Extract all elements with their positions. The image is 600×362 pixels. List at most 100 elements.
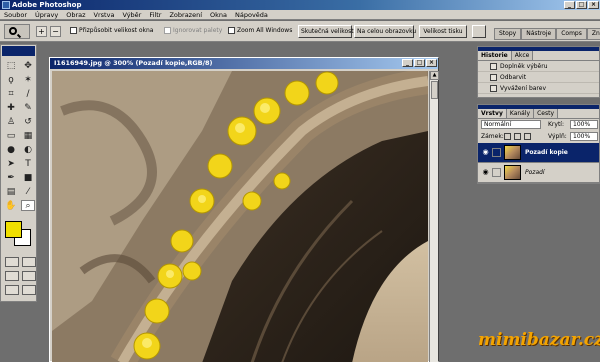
jump-to-imageready-icon[interactable]	[5, 285, 19, 295]
layers-panel-tabs: Vrstvy Kanály Cesty	[478, 109, 599, 119]
tool-grid: ⬚ ✥ ϙ ✶ ⌗ ∕ ✚ ✎ ♙ ↺ ▭ ▦ ● ◐ ➤ T ✒ ■ ▤ ⁄ …	[1, 57, 36, 214]
menu-window[interactable]: Okna	[210, 11, 227, 19]
menu-layer[interactable]: Vrstva	[94, 11, 115, 19]
zoom-tool-icon[interactable]: ⌕	[21, 200, 35, 211]
actual-size-button[interactable]: Skutečná velikost	[298, 25, 354, 38]
history-item[interactable]: Doplněk výběru	[478, 61, 599, 72]
document-vertical-scrollbar[interactable]: ▲	[429, 71, 439, 362]
screen-mode-full-icon[interactable]	[22, 271, 36, 281]
tab-history[interactable]: Historie	[478, 51, 512, 60]
lock-transparency-icon[interactable]	[504, 133, 511, 140]
resize-windows-checkbox[interactable]	[70, 27, 77, 34]
shape-tool-icon[interactable]: ■	[21, 172, 35, 183]
tab-actions[interactable]: Akce	[511, 51, 534, 60]
toolbox-header	[2, 46, 35, 56]
app-title: Adobe Photoshop	[12, 1, 82, 9]
gradient-tool-icon[interactable]: ▦	[21, 130, 35, 141]
resize-windows-option[interactable]: Přizpůsobit velikost okna	[70, 26, 153, 37]
layer-row[interactable]: ◉ Pozadí	[478, 163, 599, 183]
palette-well-tab-paths[interactable]: Stopy	[494, 28, 522, 40]
lock-brush-icon[interactable]	[514, 133, 521, 140]
tab-layers[interactable]: Vrstvy	[478, 109, 507, 118]
document-minimize-button[interactable]: _	[402, 59, 413, 67]
layers-panel: Vrstvy Kanály Cesty Normální Krytí: 100%…	[477, 104, 600, 184]
minimize-button[interactable]: _	[564, 1, 575, 9]
tool-preset-picker[interactable]	[4, 24, 30, 39]
move-tool-icon[interactable]: ✥	[21, 60, 35, 71]
print-size-button[interactable]: Velikost tisku	[419, 25, 467, 38]
menu-file[interactable]: Soubor	[4, 11, 27, 19]
layer-row[interactable]: ◉ Pozadí kopie	[478, 143, 599, 163]
slice-tool-icon[interactable]: ∕	[21, 88, 35, 99]
blur-tool-icon[interactable]: ●	[4, 144, 18, 155]
visibility-eye-icon[interactable]: ◉	[481, 148, 490, 157]
history-brush-tool-icon[interactable]: ↺	[21, 116, 35, 127]
lasso-tool-icon[interactable]: ϙ	[4, 74, 18, 85]
layer-thumbnail	[504, 145, 521, 160]
toolbox-mode-buttons	[5, 257, 36, 295]
zoom-out-button[interactable]: −	[50, 26, 61, 37]
menu-edit[interactable]: Úpravy	[35, 11, 58, 19]
palette-well: Stopy Nástroje Comps Znaky	[494, 28, 600, 40]
history-item[interactable]: Vyvážení barev	[478, 83, 599, 94]
clone-stamp-tool-icon[interactable]: ♙	[4, 116, 18, 127]
brush-tool-icon[interactable]: ✎	[21, 102, 35, 113]
marquee-tool-icon[interactable]: ⬚	[4, 60, 18, 71]
layer-link-icon	[492, 168, 501, 177]
crop-tool-icon[interactable]: ⌗	[4, 88, 18, 99]
zoom-all-windows-checkbox[interactable]	[228, 27, 235, 34]
menu-help[interactable]: Nápověda	[235, 11, 268, 19]
fit-screen-button[interactable]: Na celou obrazovku	[354, 25, 416, 38]
healing-brush-tool-icon[interactable]: ✚	[4, 102, 18, 113]
fill-input[interactable]: 100%	[570, 132, 598, 141]
blend-mode-select[interactable]: Normální	[481, 120, 541, 129]
eraser-tool-icon[interactable]: ▭	[4, 130, 18, 141]
quick-mask-icon[interactable]	[22, 257, 36, 267]
menu-filter[interactable]: Filtr	[149, 11, 161, 19]
menu-bar: Soubor Úpravy Obraz Vrstva Výběr Filtr Z…	[0, 10, 600, 20]
history-panel: Historie Akce Doplněk výběru Odbarvit Vy…	[477, 46, 600, 98]
scroll-thumb[interactable]	[431, 81, 438, 99]
menu-view[interactable]: Zobrazení	[169, 11, 202, 19]
pen-tool-icon[interactable]: ✒	[4, 172, 18, 183]
document-window: I1616949.jpg @ 300% (Pozadí kopie,RGB/8)…	[49, 57, 439, 362]
history-panel-tabs: Historie Akce	[478, 51, 599, 61]
palette-well-tab-comps[interactable]: Comps	[556, 28, 587, 40]
notes-tool-icon[interactable]: ▤	[4, 186, 18, 197]
magic-wand-tool-icon[interactable]: ✶	[21, 74, 35, 85]
zoom-all-windows-option[interactable]: Zoom All Windows	[228, 26, 292, 37]
palette-well-tab-characters[interactable]: Znaky	[586, 28, 600, 40]
document-titlebar: I1616949.jpg @ 300% (Pozadí kopie,RGB/8)…	[50, 58, 438, 69]
app-titlebar: Adobe Photoshop _ □ ×	[0, 0, 600, 10]
lock-position-icon[interactable]	[524, 133, 531, 140]
palette-well-button[interactable]	[472, 25, 486, 38]
visibility-eye-icon[interactable]: ◉	[481, 168, 490, 177]
hand-tool-icon[interactable]: ✋	[4, 200, 18, 211]
tab-paths[interactable]: Cesty	[534, 109, 558, 118]
layer-thumbnail	[504, 165, 521, 180]
zoom-in-button[interactable]: +	[36, 26, 47, 37]
ignore-palettes-option: Ignorovat palety	[164, 26, 222, 37]
palette-well-tab-tools[interactable]: Nástroje	[521, 28, 557, 40]
path-selection-tool-icon[interactable]: ➤	[4, 158, 18, 169]
screen-mode-black-icon[interactable]	[22, 285, 36, 295]
screen-mode-standard-icon[interactable]	[5, 271, 19, 281]
eyedropper-tool-icon[interactable]: ⁄	[21, 186, 35, 197]
menu-image[interactable]: Obraz	[66, 11, 85, 19]
image-canvas[interactable]	[52, 71, 428, 362]
dodge-tool-icon[interactable]: ◐	[21, 144, 35, 155]
fill-label: Výplň:	[548, 133, 567, 140]
history-item[interactable]: Odbarvit	[478, 72, 599, 83]
menu-select[interactable]: Výběr	[122, 11, 141, 19]
close-button[interactable]: ×	[588, 1, 599, 9]
scroll-up-arrow-icon[interactable]: ▲	[430, 71, 439, 80]
tab-channels[interactable]: Kanály	[506, 109, 535, 118]
type-tool-icon[interactable]: T	[21, 158, 35, 169]
standard-mode-icon[interactable]	[5, 257, 19, 267]
document-close-button[interactable]: ×	[426, 59, 437, 67]
opacity-input[interactable]: 100%	[570, 120, 598, 129]
maximize-button[interactable]: □	[576, 1, 587, 9]
layer-name: Pozadí kopie	[525, 149, 568, 156]
foreground-color-swatch[interactable]	[5, 221, 22, 238]
document-maximize-button[interactable]: □	[414, 59, 425, 67]
